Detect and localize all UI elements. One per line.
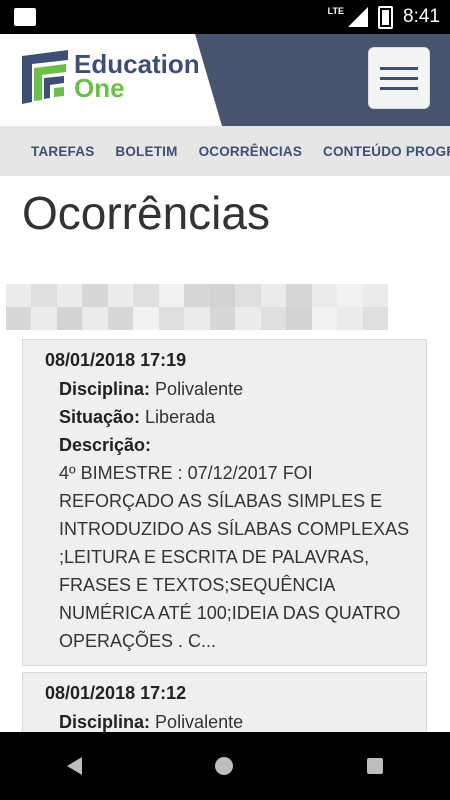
- notification-icon: [14, 8, 36, 26]
- clock: 8:41: [403, 6, 440, 27]
- discipline-label: Disciplina:: [59, 712, 151, 732]
- logo[interactable]: Education One: [0, 34, 222, 126]
- status-label: Situação:: [59, 407, 141, 427]
- logo-mark-icon: [22, 50, 68, 104]
- page-title: Ocorrências: [22, 187, 270, 239]
- system-navigation-bar: [0, 732, 450, 800]
- back-icon[interactable]: [66, 757, 82, 775]
- discipline-value: Polivalente: [155, 712, 244, 732]
- tab-boletim[interactable]: BOLETIM: [115, 144, 177, 159]
- recent-apps-icon[interactable]: [367, 758, 384, 774]
- discipline-field: Disciplina: Polivalente: [59, 375, 414, 403]
- tab-conteudo-programatico[interactable]: CONTEÚDO PROGR: [323, 144, 450, 159]
- description-value: 4º BIMESTRE : 07/12/2017 FOI REFORÇADO A…: [59, 463, 410, 651]
- app-header: Education One: [0, 34, 450, 126]
- occurrence-card[interactable]: 08/01/2018 17:19 Disciplina: Polivalente…: [22, 339, 427, 666]
- battery-icon: [378, 5, 394, 29]
- signal-icon: [348, 7, 369, 27]
- description-field: Descrição:: [59, 431, 414, 459]
- description-label: Descrição:: [59, 435, 152, 455]
- logo-wordmark: Education One: [74, 51, 200, 103]
- logo-text-one: One: [74, 73, 125, 103]
- occurrence-datetime: 08/01/2018 17:19: [45, 350, 187, 370]
- status-bar: LTE 8:41: [0, 0, 450, 34]
- tab-tarefas[interactable]: TAREFAS: [31, 144, 94, 159]
- network-type: LTE: [327, 6, 345, 16]
- nav-tabs: TAREFAS BOLETIM OCORRÊNCIAS CONTEÚDO PRO…: [0, 126, 450, 176]
- discipline-label: Disciplina:: [59, 379, 151, 399]
- status-value: Liberada: [145, 407, 216, 427]
- menu-icon-bar: [380, 76, 418, 80]
- hamburger-menu-button[interactable]: [368, 47, 430, 109]
- tab-ocorrencias[interactable]: OCORRÊNCIAS: [199, 144, 302, 159]
- status-field: Situação: Liberada: [59, 403, 414, 431]
- home-icon[interactable]: [215, 757, 234, 775]
- status-icons: LTE 8:41: [327, 5, 440, 29]
- discipline-value: Polivalente: [155, 379, 244, 399]
- menu-icon-bar: [380, 66, 418, 70]
- menu-icon-bar: [380, 86, 418, 90]
- redacted-student-name: [6, 284, 388, 330]
- occurrence-datetime: 08/01/2018 17:12: [45, 683, 187, 703]
